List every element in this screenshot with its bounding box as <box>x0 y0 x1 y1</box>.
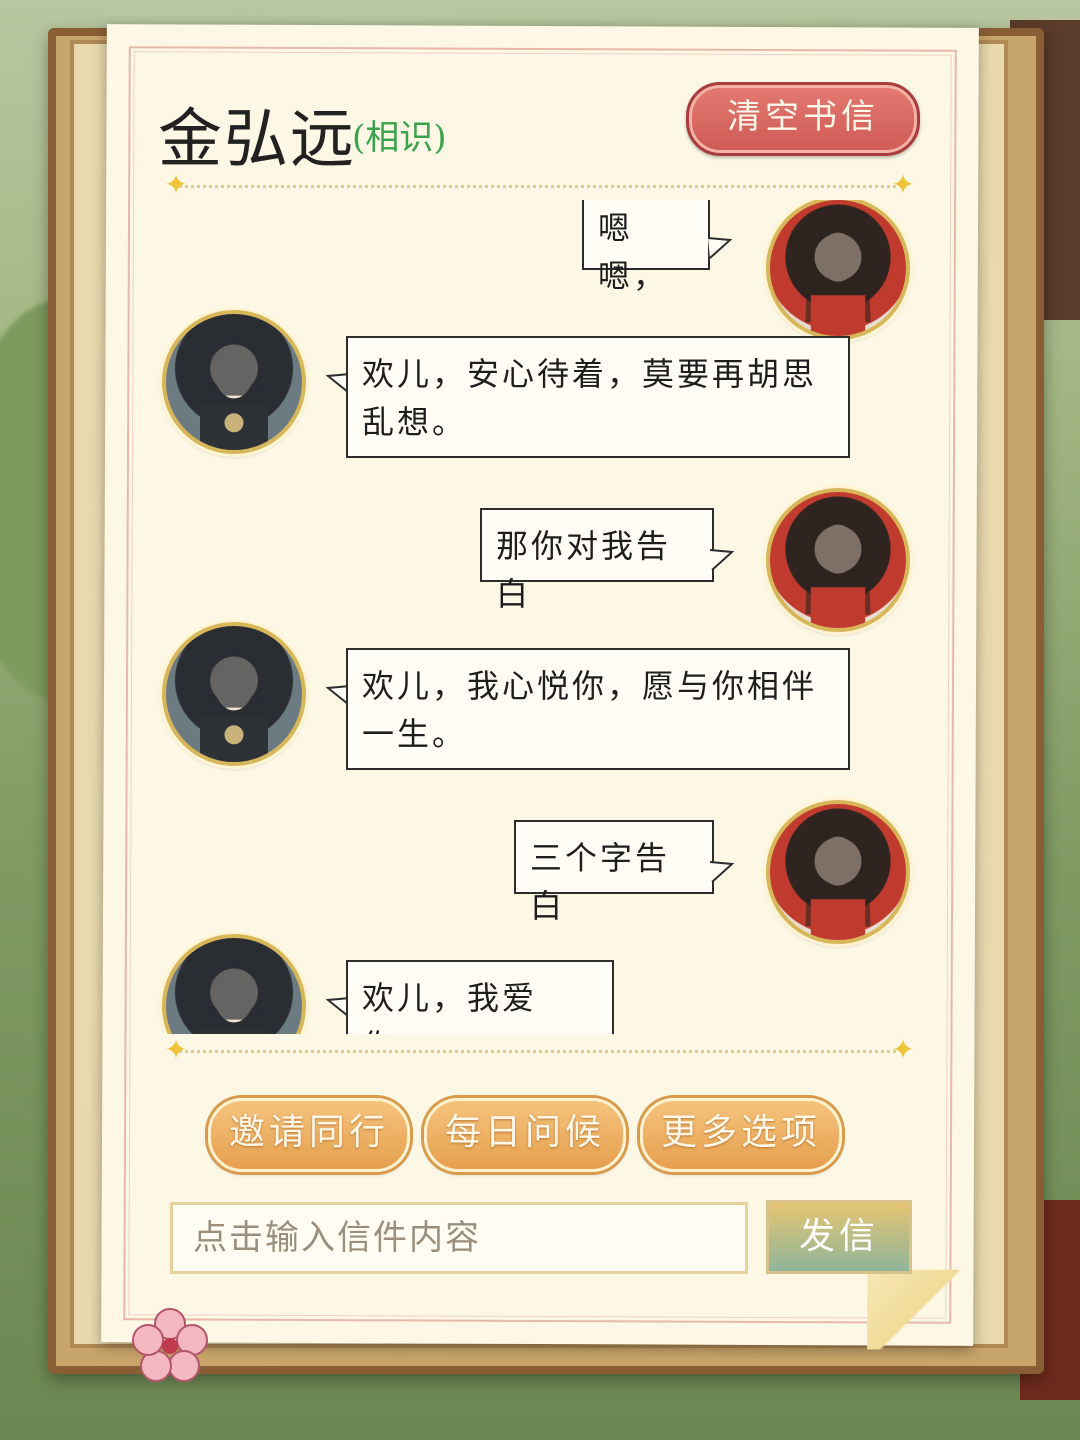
plum-blossom-icon <box>132 1308 208 1382</box>
chat-bubble-other: 欢儿，我爱你。 <box>346 960 614 1034</box>
message-text: 欢儿，我爱你。 <box>362 979 538 1034</box>
letter-input[interactable]: 点击输入信件内容 <box>170 1202 748 1274</box>
male-character-avatar-icon[interactable] <box>162 934 306 1034</box>
message-text: 那你对我告白 <box>496 527 672 613</box>
female-character-avatar-icon[interactable] <box>766 200 910 340</box>
contact-name: 金弘远 <box>158 103 356 177</box>
male-character-avatar-icon[interactable] <box>162 310 306 454</box>
send-letter-button[interactable]: 发信 <box>766 1200 912 1274</box>
chat-bubble-other: 欢儿，安心待着，莫要再胡思乱想。 <box>346 336 850 458</box>
relation-status: (相识) <box>352 118 447 158</box>
paper-corner-fold <box>867 1269 978 1350</box>
top-divider <box>178 185 904 188</box>
message-text: 欢儿，安心待着，莫要再胡思乱想。 <box>362 355 818 441</box>
sparkle-icon: ✦ <box>891 168 915 201</box>
sparkle-icon: ✦ <box>164 1033 188 1066</box>
bubble-tail <box>708 237 732 259</box>
message-text: 嗯嗯， <box>598 209 669 295</box>
male-character-avatar-icon[interactable] <box>162 622 306 766</box>
message-text: 欢儿，我心悦你，愿与你相伴一生。 <box>362 667 818 753</box>
invite-companion-button[interactable]: 邀请同行 <box>208 1098 410 1172</box>
sparkle-icon: ✦ <box>891 1033 915 1066</box>
female-character-avatar-icon[interactable] <box>766 800 910 944</box>
bottom-divider <box>178 1050 904 1053</box>
female-character-avatar-icon[interactable] <box>766 488 910 632</box>
chat-bubble-self: 那你对我告白 <box>480 508 714 613</box>
daily-greeting-button[interactable]: 每日问候 <box>424 1098 626 1172</box>
action-bar: 邀请同行 每日问候 更多选项 <box>200 1098 850 1172</box>
chat-bubble-self: 嗯嗯， <box>582 200 710 295</box>
chat-bubble-self: 三个字告白 <box>514 820 714 925</box>
clear-letters-button[interactable]: 清空书信 <box>686 82 920 156</box>
sparkle-icon: ✦ <box>164 168 188 201</box>
more-options-button[interactable]: 更多选项 <box>640 1098 842 1172</box>
chat-bubble-other: 欢儿，我心悦你，愿与你相伴一生。 <box>346 648 850 770</box>
bubble-tail <box>710 549 734 571</box>
chat-history[interactable]: 嗯嗯， 欢儿，安心待着，莫要再胡思乱想。 那你对我告白 欢儿，我心悦你，愿与你相… <box>150 200 920 1034</box>
message-text: 三个字告白 <box>530 839 671 925</box>
bubble-tail <box>710 861 734 883</box>
